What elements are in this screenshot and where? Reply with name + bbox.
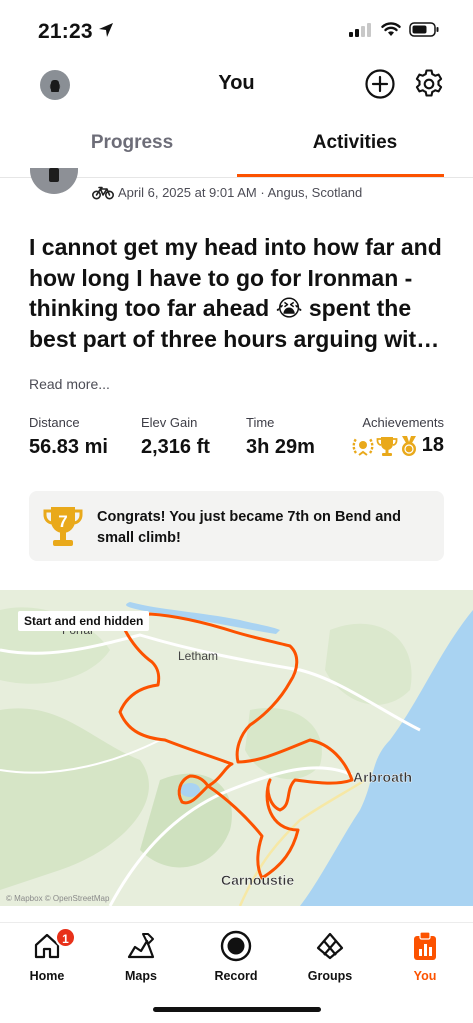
activity-stats: Distance 56.83 mi Elev Gain 2,316 ft Tim… xyxy=(0,415,473,465)
trophy-icon xyxy=(376,436,398,456)
congrats-text: Congrats! You just became 7th on Bend an… xyxy=(97,509,401,546)
stat-elevation: Elev Gain 2,316 ft xyxy=(141,415,210,459)
record-icon xyxy=(220,930,252,962)
home-indicator xyxy=(153,1007,321,1012)
map-canvas: Forfar Letham Arbroath Carnoustie © Mapb… xyxy=(0,590,473,906)
trophy-icon: 7 xyxy=(43,507,83,546)
wifi-icon xyxy=(381,22,401,36)
active-tab-indicator xyxy=(237,174,444,177)
status-time: 21:23 xyxy=(38,20,93,43)
bike-icon xyxy=(92,186,114,199)
activity-date-location: April 6, 2025 at 9:01 AM · Angus, Scotla… xyxy=(118,185,363,200)
top-nav: You xyxy=(0,62,473,108)
activity-header: April 6, 2025 at 9:01 AM · Angus, Scotla… xyxy=(0,168,473,210)
tab-label: Record xyxy=(214,969,258,983)
place-letham: Letham xyxy=(178,649,218,663)
place-carnoustie: Carnoustie xyxy=(221,872,294,888)
stat-label: Elev Gain xyxy=(141,415,198,430)
tab-label: Home xyxy=(29,969,65,983)
stat-value: 56.83 mi xyxy=(29,436,108,458)
page-title: You xyxy=(218,72,255,94)
rank-number: 7 xyxy=(58,512,67,531)
you-icon xyxy=(414,931,436,960)
segment-achievement-card[interactable]: 7 Congrats! You just became 7th on Bend … xyxy=(29,491,444,561)
medal-icon xyxy=(401,435,416,456)
activity-map[interactable]: Forfar Letham Arbroath Carnoustie © Mapb… xyxy=(0,590,473,906)
stat-time: Time 3h 29m xyxy=(246,415,315,459)
status-indicators xyxy=(349,22,439,37)
map-attribution: © Mapbox © OpenStreetMap xyxy=(6,894,110,903)
status-bar: 21:23 xyxy=(0,0,473,62)
tab-label: You xyxy=(413,969,437,983)
stat-label: Time xyxy=(246,415,275,430)
add-icon[interactable] xyxy=(364,68,396,100)
tab-you[interactable]: You xyxy=(385,929,465,983)
activity-avatar[interactable] xyxy=(30,168,78,194)
gear-icon[interactable] xyxy=(413,68,445,100)
battery-icon xyxy=(409,22,439,37)
stat-value: 3h 29m xyxy=(246,436,315,458)
notification-badge: 1 xyxy=(55,927,76,948)
tab-groups[interactable]: Groups xyxy=(290,929,370,983)
groups-icon xyxy=(316,932,344,960)
tab-activities[interactable]: Activities xyxy=(237,124,473,176)
tab-maps[interactable]: Maps xyxy=(101,929,181,983)
location-arrow-icon xyxy=(99,23,113,37)
place-arbroath: Arbroath xyxy=(353,769,412,785)
achievements-row: 18 xyxy=(351,434,444,457)
activity-meta: April 6, 2025 at 9:01 AM · Angus, Scotla… xyxy=(92,185,362,200)
privacy-label: Start and end hidden xyxy=(18,611,150,631)
laurel-icon xyxy=(352,437,374,456)
maps-icon xyxy=(127,933,155,959)
tab-record[interactable]: Record xyxy=(196,929,276,983)
tab-label: Groups xyxy=(307,969,353,983)
achievements-count: 18 xyxy=(421,434,444,456)
tab-label: Maps xyxy=(125,969,157,983)
read-more-link[interactable]: Read more... xyxy=(29,376,110,392)
cellular-signal-icon xyxy=(349,22,371,37)
stat-distance: Distance 56.83 mi xyxy=(29,415,108,459)
stat-label: Distance xyxy=(29,415,80,430)
stat-label: Achievements xyxy=(362,415,444,430)
tab-home[interactable]: 1 Home xyxy=(7,927,87,983)
stat-value: 2,316 ft xyxy=(141,436,210,458)
stat-achievements[interactable]: Achievements 18 xyxy=(351,415,444,457)
activity-title[interactable]: I cannot get my head into how far and ho… xyxy=(29,232,454,354)
